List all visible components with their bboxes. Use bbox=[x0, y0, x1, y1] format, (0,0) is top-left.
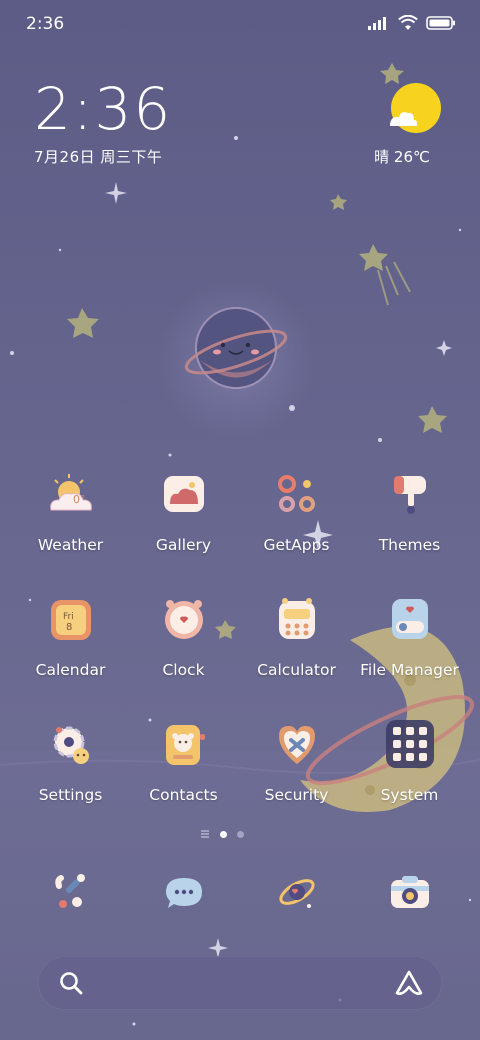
app-system[interactable]: System bbox=[353, 720, 466, 804]
partly-sunny-icon bbox=[390, 83, 441, 133]
app-themes[interactable]: Themes bbox=[353, 470, 466, 554]
weather-icon: 0° bbox=[47, 470, 95, 518]
clock-icon bbox=[160, 595, 208, 643]
status-time: 2:36 bbox=[26, 14, 65, 34]
browser-icon bbox=[279, 879, 315, 908]
signal-icon bbox=[368, 17, 386, 30]
messages-icon bbox=[166, 878, 202, 908]
gallery-icon bbox=[160, 470, 208, 518]
status-bar: 2:36 bbox=[0, 0, 480, 50]
app-contacts[interactable]: Contacts bbox=[127, 720, 240, 804]
app-calculator[interactable]: Calculator bbox=[240, 595, 353, 679]
app-label: System bbox=[380, 786, 439, 804]
settings-icon bbox=[47, 720, 95, 768]
dock-browser[interactable] bbox=[273, 868, 321, 916]
battery-icon bbox=[426, 16, 455, 30]
system-folder-icon bbox=[385, 720, 434, 768]
dock-phone[interactable] bbox=[47, 868, 95, 916]
svg-text:8: 8 bbox=[66, 622, 72, 633]
app-label: Security bbox=[264, 786, 329, 804]
app-getapps[interactable]: GetApps bbox=[240, 470, 353, 554]
app-settings[interactable]: Settings bbox=[14, 720, 127, 804]
app-label: Gallery bbox=[155, 536, 212, 554]
app-label: Settings bbox=[38, 786, 103, 804]
dock-camera[interactable] bbox=[386, 868, 434, 916]
getapps-icon bbox=[273, 470, 321, 518]
weather-widget[interactable]: 晴 26℃ bbox=[374, 82, 444, 167]
app-weather[interactable]: 0° Weather bbox=[14, 470, 127, 554]
app-row: Settings Contacts Security System bbox=[0, 720, 480, 830]
app-label: GetApps bbox=[263, 536, 330, 554]
app-clock[interactable]: Clock bbox=[127, 595, 240, 679]
page-list-icon bbox=[201, 830, 209, 838]
app-label: Themes bbox=[378, 536, 441, 554]
clock-time: 2:36 bbox=[34, 75, 173, 143]
app-row: Fri 8 Calendar Clock Calculator File Man… bbox=[0, 595, 480, 705]
assistant-icon[interactable] bbox=[394, 969, 424, 997]
dock bbox=[0, 868, 480, 928]
app-label: Contacts bbox=[149, 786, 218, 804]
app-label: Clock bbox=[162, 661, 205, 679]
security-icon bbox=[273, 720, 321, 768]
page-dot bbox=[237, 830, 244, 838]
clock-widget[interactable]: 2:36 7月26日 周三下午 bbox=[34, 78, 172, 167]
app-row: 0° Weather Gallery GetApps Themes bbox=[0, 470, 480, 580]
page-dot-active bbox=[220, 830, 227, 838]
app-label: Calendar bbox=[35, 661, 106, 679]
svg-text:Fri: Fri bbox=[63, 612, 74, 622]
calculator-icon bbox=[273, 595, 321, 643]
app-label: Calculator bbox=[257, 661, 336, 679]
camera-icon bbox=[391, 876, 429, 908]
dock-messages[interactable] bbox=[160, 868, 208, 916]
app-security[interactable]: Security bbox=[240, 720, 353, 804]
clock-date: 7月26日 周三下午 bbox=[34, 148, 163, 166]
svg-text:0°: 0° bbox=[73, 493, 86, 506]
contacts-icon bbox=[160, 720, 208, 768]
status-icons bbox=[368, 15, 456, 31]
app-calendar[interactable]: Fri 8 Calendar bbox=[14, 595, 127, 679]
search-icon[interactable] bbox=[58, 970, 84, 996]
app-label: Weather bbox=[37, 536, 104, 554]
weather-text: 晴 26℃ bbox=[374, 148, 430, 166]
app-label: File Manager bbox=[360, 661, 459, 679]
themes-icon bbox=[386, 470, 434, 518]
search-bar[interactable] bbox=[38, 956, 442, 1010]
app-file-manager[interactable]: File Manager bbox=[353, 595, 466, 679]
wifi-icon bbox=[398, 15, 418, 30]
folder-icon bbox=[386, 595, 434, 643]
calendar-icon: Fri 8 bbox=[47, 595, 95, 643]
phone-icon bbox=[55, 874, 85, 908]
page-indicator[interactable] bbox=[200, 830, 244, 838]
app-gallery[interactable]: Gallery bbox=[127, 470, 240, 554]
